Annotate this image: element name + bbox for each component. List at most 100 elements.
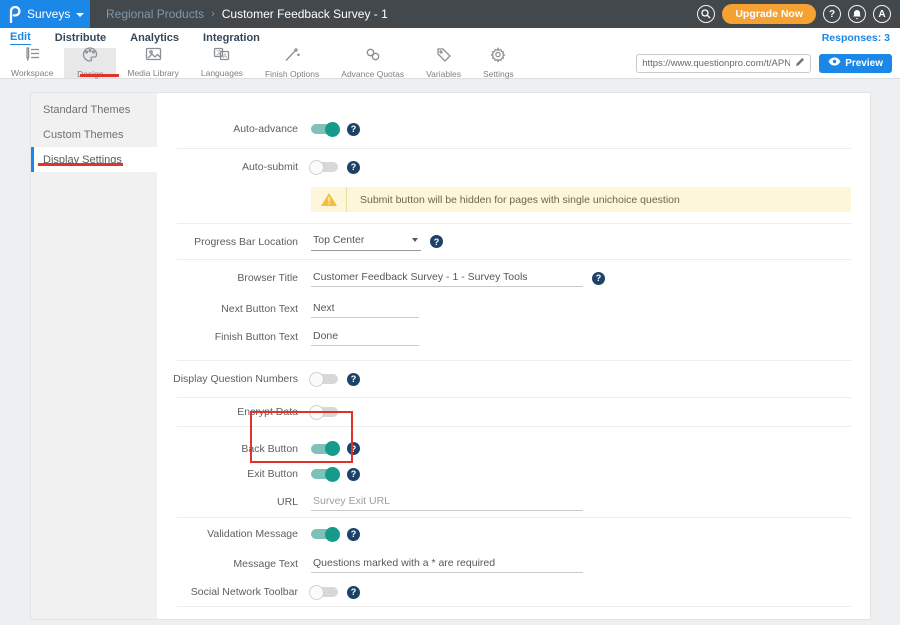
toolbar-tab-label: Settings — [483, 69, 514, 79]
progress-bar-location-select[interactable]: Top Center — [311, 232, 421, 251]
social-network-toolbar-toggle[interactable] — [311, 587, 338, 597]
eye-icon — [828, 57, 841, 69]
warning-triangle-icon — [311, 187, 347, 212]
browser-title-help-icon[interactable]: ? — [592, 272, 605, 285]
questionpro-logo-icon — [8, 6, 21, 23]
message-text-row: Message Text — [157, 550, 851, 578]
breadcrumb-separator-icon: › — [211, 8, 215, 20]
auto-advance-label: Auto-advance — [157, 123, 311, 135]
message-text-label: Message Text — [157, 558, 311, 570]
media-library-icon — [145, 47, 162, 66]
exit-button-help-icon[interactable]: ? — [347, 468, 360, 481]
display-question-numbers-label: Display Question Numbers — [157, 373, 311, 385]
account-avatar[interactable]: A — [873, 5, 891, 23]
edit-url-pencil-icon[interactable] — [795, 54, 805, 72]
toolbar-tab-finish-options[interactable]: Finish Options — [254, 48, 330, 78]
toolbar-tab-workspace[interactable]: Workspace — [0, 48, 64, 78]
back-button-toggle[interactable] — [311, 444, 338, 454]
display-question-numbers-toggle[interactable] — [311, 374, 338, 384]
browser-title-label: Browser Title — [157, 272, 311, 284]
sidebar-item-custom-themes[interactable]: Custom Themes — [31, 122, 157, 147]
auto-submit-row: Auto-submit ? — [157, 149, 851, 185]
validation-message-label: Validation Message — [157, 528, 311, 540]
toolbar-tab-design[interactable]: Design — [64, 48, 116, 78]
browser-title-input[interactable] — [311, 269, 583, 287]
settings-icon — [490, 47, 506, 67]
finish-button-text-input[interactable] — [311, 328, 419, 346]
nav-tab-distribute[interactable]: Distribute — [55, 32, 106, 45]
sidebar-item-standard-themes[interactable]: Standard Themes — [31, 97, 157, 122]
upgrade-now-button[interactable]: Upgrade Now — [722, 4, 816, 24]
social-network-toolbar-help-icon[interactable]: ? — [347, 586, 360, 599]
questionpro-app: Surveys Regional Products › Customer Fee… — [0, 0, 900, 625]
progress-bar-row: Progress Bar Location Top Center ? — [157, 224, 851, 259]
toolbar-tab-variables[interactable]: Variables — [415, 48, 472, 78]
exit-url-row: URL — [157, 487, 851, 517]
validation-message-row: Validation Message ? — [157, 518, 851, 550]
display-question-numbers-help-icon[interactable]: ? — [347, 373, 360, 386]
toolbar-tab-settings[interactable]: Settings — [472, 48, 525, 78]
notifications-bell-icon[interactable] — [848, 5, 866, 23]
divider — [177, 606, 851, 607]
social-network-toolbar-row: Social Network Toolbar ? — [157, 578, 851, 606]
back-button-label: Back Button — [157, 443, 311, 455]
auto-submit-help-icon[interactable]: ? — [347, 161, 360, 174]
breadcrumb: Regional Products › Customer Feedback Su… — [106, 7, 388, 21]
finish-options-icon — [284, 47, 300, 67]
display-settings-card: Standard Themes Custom Themes Display Se… — [30, 92, 871, 620]
languages-icon: 文 A — [213, 47, 230, 66]
auto-advance-toggle[interactable] — [311, 124, 338, 134]
encrypt-data-label: Encrypt Data — [157, 406, 311, 418]
progress-bar-location-value: Top Center — [313, 234, 364, 246]
progress-bar-help-icon[interactable]: ? — [430, 235, 443, 248]
next-button-text-input[interactable] — [311, 300, 419, 318]
preview-button[interactable]: Preview — [819, 54, 892, 73]
back-button-help-icon[interactable]: ? — [347, 442, 360, 455]
auto-submit-label: Auto-submit — [157, 161, 311, 173]
svg-text:A: A — [223, 53, 228, 60]
nav-tab-edit[interactable]: Edit — [10, 31, 31, 45]
validation-message-toggle[interactable] — [311, 529, 338, 539]
progress-bar-location-label: Progress Bar Location — [157, 236, 311, 248]
warning-text: Submit button will be hidden for pages w… — [347, 194, 680, 206]
breadcrumb-survey-title: Customer Feedback Survey - 1 — [222, 7, 388, 21]
responses-count[interactable]: Responses: 3 — [822, 32, 890, 44]
finish-button-text-label: Finish Button Text — [157, 331, 311, 343]
toolbar-tab-label: Advance Quotas — [341, 69, 404, 79]
product-switcher[interactable]: Surveys — [0, 0, 90, 28]
exit-url-label: URL — [157, 496, 311, 508]
sidebar-item-display-settings[interactable]: Display Settings — [31, 147, 157, 172]
search-icon[interactable] — [697, 5, 715, 23]
auto-submit-toggle[interactable] — [311, 162, 338, 172]
help-menu-icon[interactable]: ? — [823, 5, 841, 23]
message-text-input[interactable] — [311, 555, 583, 573]
next-button-text-row: Next Button Text — [157, 296, 851, 322]
toolbar-tab-media-library[interactable]: Media Library — [116, 48, 190, 78]
exit-button-toggle[interactable] — [311, 469, 338, 479]
survey-url-input[interactable] — [642, 58, 790, 69]
design-page: Standard Themes Custom Themes Display Se… — [0, 79, 900, 625]
toolbar-tab-label: Languages — [201, 68, 243, 78]
workspace-icon — [24, 47, 41, 66]
toolbar-tab-advance-quotas[interactable]: Advance Quotas — [330, 48, 415, 78]
exit-url-input[interactable] — [311, 493, 583, 511]
validation-message-help-icon[interactable]: ? — [347, 528, 360, 541]
browser-title-row: Browser Title ? — [157, 260, 851, 296]
nav-tab-integration[interactable]: Integration — [203, 32, 260, 45]
toolbar-tab-label: Workspace — [11, 68, 53, 78]
finish-button-text-row: Finish Button Text — [157, 322, 851, 352]
toolbar-tab-label: Media Library — [127, 68, 179, 78]
nav-tab-analytics[interactable]: Analytics — [130, 32, 179, 45]
exit-group: Back Button ? Exit Button ? — [157, 427, 851, 517]
breadcrumb-folder[interactable]: Regional Products — [106, 7, 204, 21]
variables-icon — [436, 47, 452, 67]
submit-hidden-warning: Submit button will be hidden for pages w… — [311, 187, 851, 212]
chevron-down-icon — [412, 238, 418, 242]
next-button-text-label: Next Button Text — [157, 303, 311, 315]
auto-advance-help-icon[interactable]: ? — [347, 123, 360, 136]
design-sidebar: Standard Themes Custom Themes Display Se… — [31, 93, 157, 619]
toolbar-tab-languages[interactable]: 文 A Languages — [190, 48, 254, 78]
social-network-toolbar-label: Social Network Toolbar — [157, 586, 311, 598]
encrypt-data-toggle[interactable] — [311, 407, 338, 417]
survey-url-box — [636, 54, 811, 73]
